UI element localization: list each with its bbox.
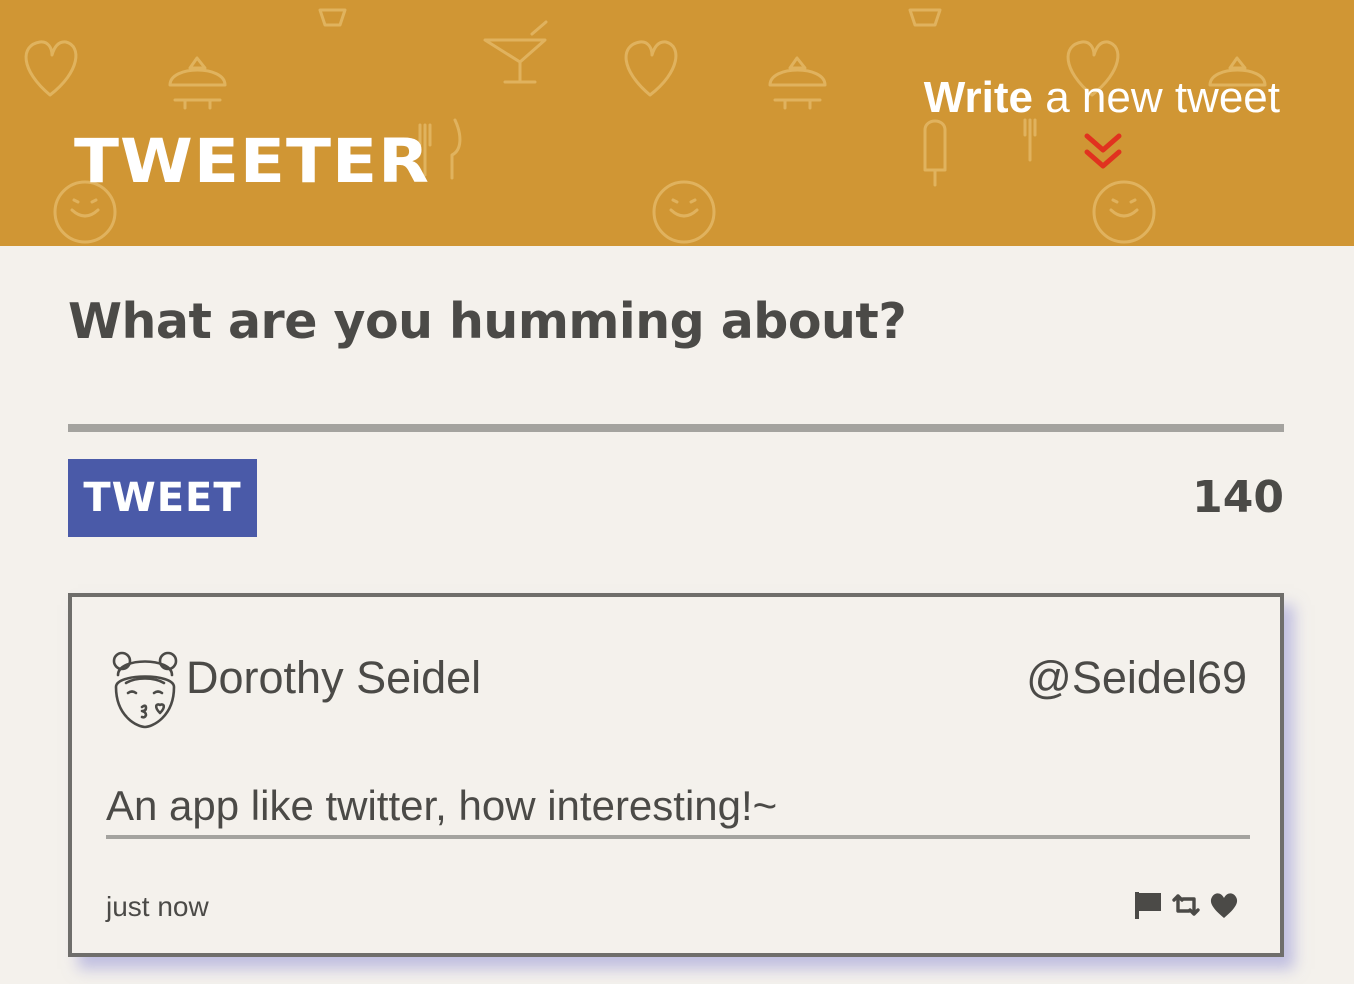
composer-prompt: What are you humming about? bbox=[68, 293, 907, 350]
tweet-author-name: Dorothy Seidel bbox=[186, 652, 482, 703]
tweet-button[interactable]: TWEET bbox=[68, 459, 257, 537]
write-new-tweet-toggle[interactable]: Write a new tweet bbox=[924, 70, 1280, 126]
compose-toggle-strong: Write bbox=[923, 73, 1033, 122]
double-chevron-down-icon[interactable] bbox=[1083, 130, 1123, 172]
character-counter: 140 bbox=[1192, 472, 1284, 523]
brand-logo: TWEETER bbox=[74, 126, 430, 197]
retweet-icon[interactable] bbox=[1170, 889, 1202, 921]
flag-icon[interactable] bbox=[1132, 889, 1164, 921]
top-nav: TWEETER Write a new tweet bbox=[0, 0, 1354, 246]
tweet-actions bbox=[1132, 889, 1240, 921]
tweet-timestamp: just now bbox=[106, 891, 209, 922]
girl-avatar-icon bbox=[112, 651, 178, 729]
tweet-card: Dorothy Seidel @Seidel69 An app like twi… bbox=[68, 593, 1284, 957]
tweet-text-input[interactable] bbox=[68, 366, 1284, 432]
tweet-author-handle: @Seidel69 bbox=[1026, 652, 1247, 703]
heart-icon[interactable] bbox=[1208, 889, 1240, 921]
tweet-body-text: An app like twitter, how interesting!~ bbox=[106, 779, 1250, 839]
compose-toggle-rest: a new tweet bbox=[1032, 73, 1280, 122]
